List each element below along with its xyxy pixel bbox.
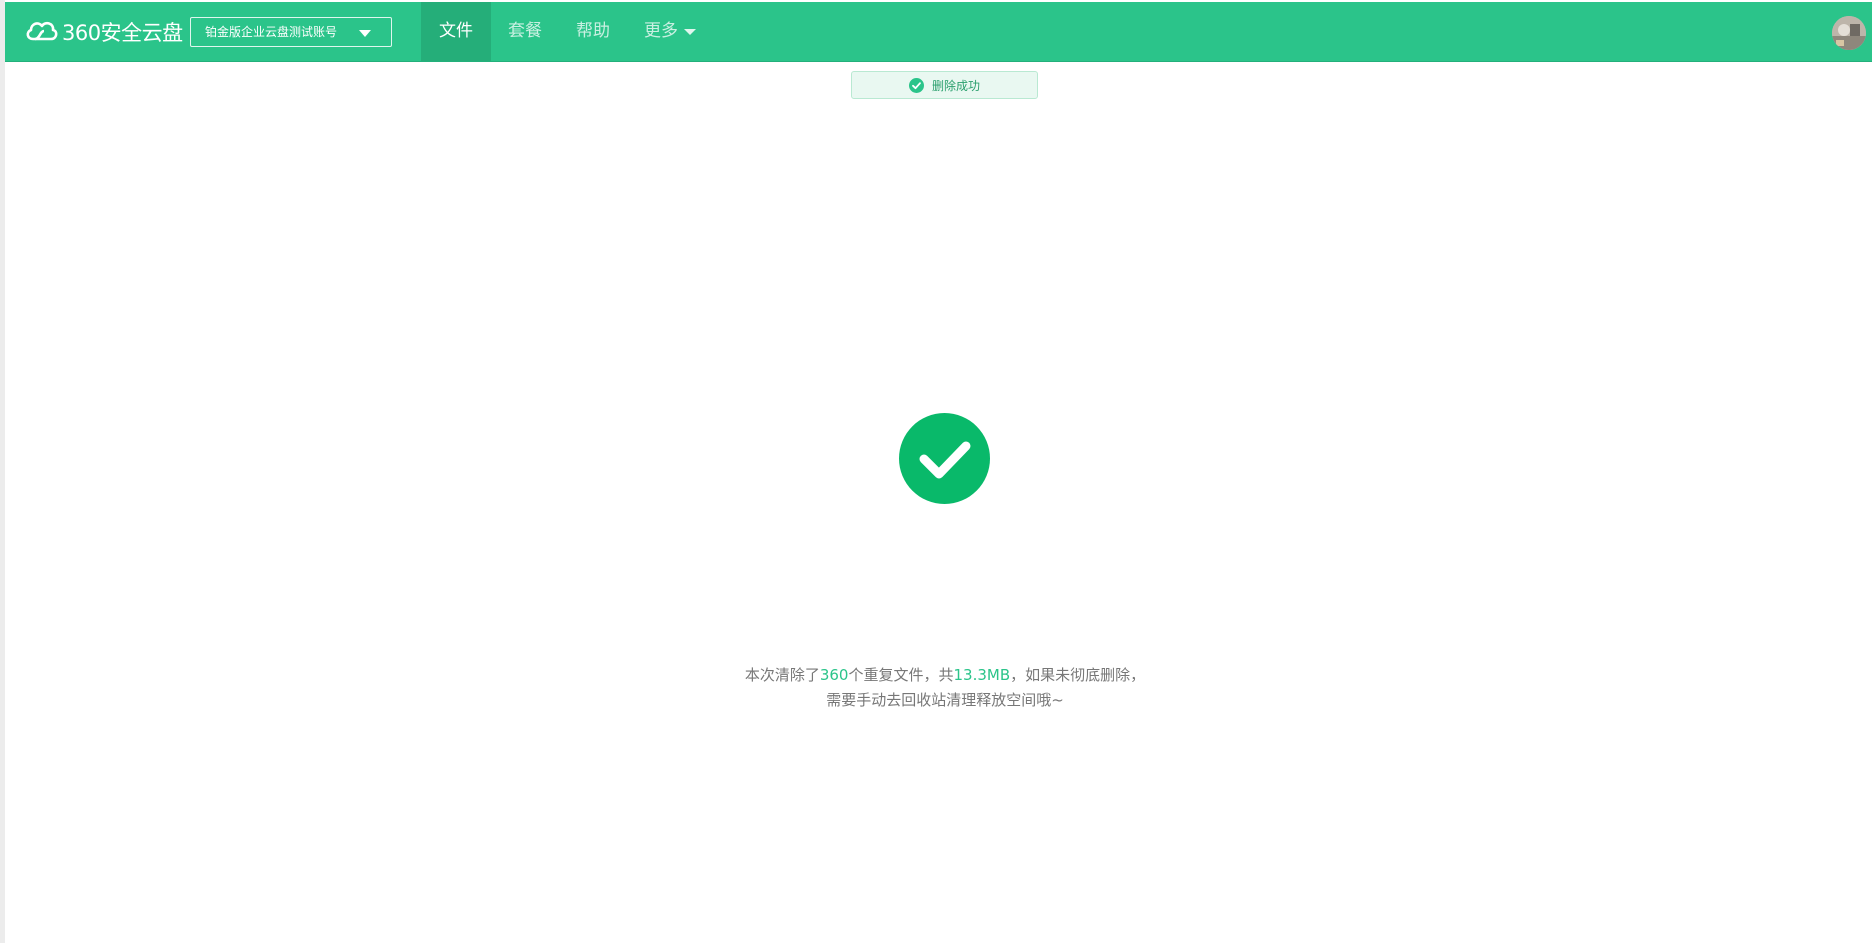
caret-down-icon — [684, 28, 696, 35]
avatar[interactable] — [1832, 16, 1866, 50]
nav-tab-label: 文件 — [439, 21, 473, 41]
window-edge — [0, 0, 5, 943]
nav-tab-label: 套餐 — [508, 21, 542, 41]
top-header: 360安全云盘 铂金版企业云盘测试账号 文件 套餐 帮助 更多 — [5, 2, 1872, 62]
result-message: 本次清除了360个重复文件，共13.3MB，如果未彻底删除， 需要手动去回收站清… — [0, 663, 1872, 713]
account-select-value: 铂金版企业云盘测试账号 — [205, 25, 338, 39]
account-select[interactable]: 铂金版企业云盘测试账号 — [190, 17, 392, 47]
result-prefix: 本次清除了 — [744, 666, 820, 684]
success-check-icon — [899, 413, 990, 504]
toast-notification: 删除成功 — [851, 71, 1038, 99]
result-message-line-1: 本次清除了360个重复文件，共13.3MB，如果未彻底删除， — [0, 663, 1872, 688]
nav-tab-plans[interactable]: 套餐 — [491, 2, 559, 61]
toast-text: 删除成功 — [931, 78, 980, 93]
result-message-line-2: 需要手动去回收站清理释放空间哦~ — [826, 691, 1064, 709]
check-circle-icon — [908, 77, 924, 93]
page: 360安全云盘 铂金版企业云盘测试账号 文件 套餐 帮助 更多 删除成功 本次清… — [0, 0, 1872, 943]
logo[interactable]: 360安全云盘 — [24, 16, 183, 48]
cloud-logo-icon — [24, 17, 62, 48]
total-size: 13.3MB — [953, 666, 1011, 684]
nav-tab-label: 帮助 — [576, 21, 610, 41]
file-count: 360 — [819, 666, 849, 684]
result-suffix: ，如果未彻底删除， — [1010, 666, 1146, 684]
nav-tab-label: 更多 — [644, 21, 678, 41]
nav-tab-help[interactable]: 帮助 — [559, 2, 627, 61]
nav-tab-more[interactable]: 更多 — [627, 2, 713, 61]
nav-tab-files[interactable]: 文件 — [421, 2, 491, 61]
main-nav: 文件 套餐 帮助 更多 — [421, 2, 713, 61]
result-middle: 个重复文件，共 — [848, 666, 954, 684]
logo-text: 360安全云盘 — [62, 21, 183, 45]
caret-down-icon — [359, 30, 371, 37]
